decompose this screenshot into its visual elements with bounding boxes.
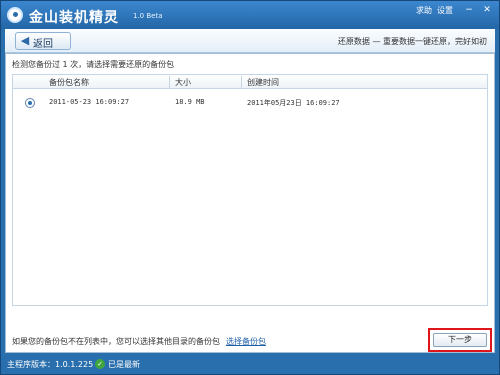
page-description: 还原数据 — 重要数据一键还原，完好如初 <box>337 37 487 46</box>
backup-size: 18.9 MB <box>175 98 205 106</box>
backup-name: 2011-05-23 16:09:27 <box>49 98 130 106</box>
table-header: 备份包名称 大小 创建时间 <box>13 75 487 89</box>
main-content: 检测您备份过 1 次，请选择需要还原的备份包 备份包名称 大小 创建时间 201… <box>5 53 495 353</box>
table-row[interactable]: 2011-05-23 16:09:27 18.9 MB 2011年05月23日 … <box>13 95 487 111</box>
back-button[interactable]: ◀ 返回 <box>15 32 71 50</box>
app-version: 1.0 Beta <box>133 12 163 20</box>
next-button-highlight: 下一步 <box>428 328 492 352</box>
app-window: 金山装机精灵 1.0 Beta 求助 设置 − ✕ ◀ 返回 还原数据 — 重要… <box>0 0 500 375</box>
back-arrow-icon: ◀ <box>20 34 30 47</box>
column-header-size[interactable]: 大小 <box>175 77 191 88</box>
close-icon[interactable]: ✕ <box>481 5 493 15</box>
next-button[interactable]: 下一步 <box>433 333 487 347</box>
update-status: 已是最新 <box>108 360 140 369</box>
choose-backup-link[interactable]: 选择备份包 <box>226 336 266 347</box>
logo-icon <box>7 7 23 23</box>
backup-radio[interactable] <box>25 98 35 108</box>
backup-created: 2011年05月23日 16:09:27 <box>247 99 340 107</box>
hint-text: 如果您的备份包不在列表中，您可以选择其他目录的备份包 <box>12 337 220 346</box>
column-divider[interactable] <box>169 76 170 88</box>
column-header-name[interactable]: 备份包名称 <box>49 77 89 88</box>
settings-link[interactable]: 设置 <box>437 5 453 16</box>
app-title: 金山装机精灵 <box>29 10 119 26</box>
program-version: 主程序版本：1.0.1.225 <box>7 360 94 369</box>
minimize-icon[interactable]: − <box>463 5 475 15</box>
status-bar: 主程序版本：1.0.1.225 ✓ 已是最新 <box>1 355 499 374</box>
column-header-created[interactable]: 创建时间 <box>247 77 279 88</box>
check-icon: ✓ <box>95 359 105 369</box>
backup-table: 备份包名称 大小 创建时间 2011-05-23 16:09:27 18.9 M… <box>12 74 488 306</box>
column-divider[interactable] <box>241 76 242 88</box>
title-bar[interactable]: 金山装机精灵 1.0 Beta 求助 设置 − ✕ <box>1 1 499 29</box>
backup-count-text: 检测您备份过 1 次，请选择需要还原的备份包 <box>12 60 175 69</box>
help-link[interactable]: 求助 <box>416 5 432 16</box>
nav-bar: ◀ 返回 还原数据 — 重要数据一键还原，完好如初 <box>5 29 495 53</box>
back-label: 返回 <box>33 39 53 50</box>
